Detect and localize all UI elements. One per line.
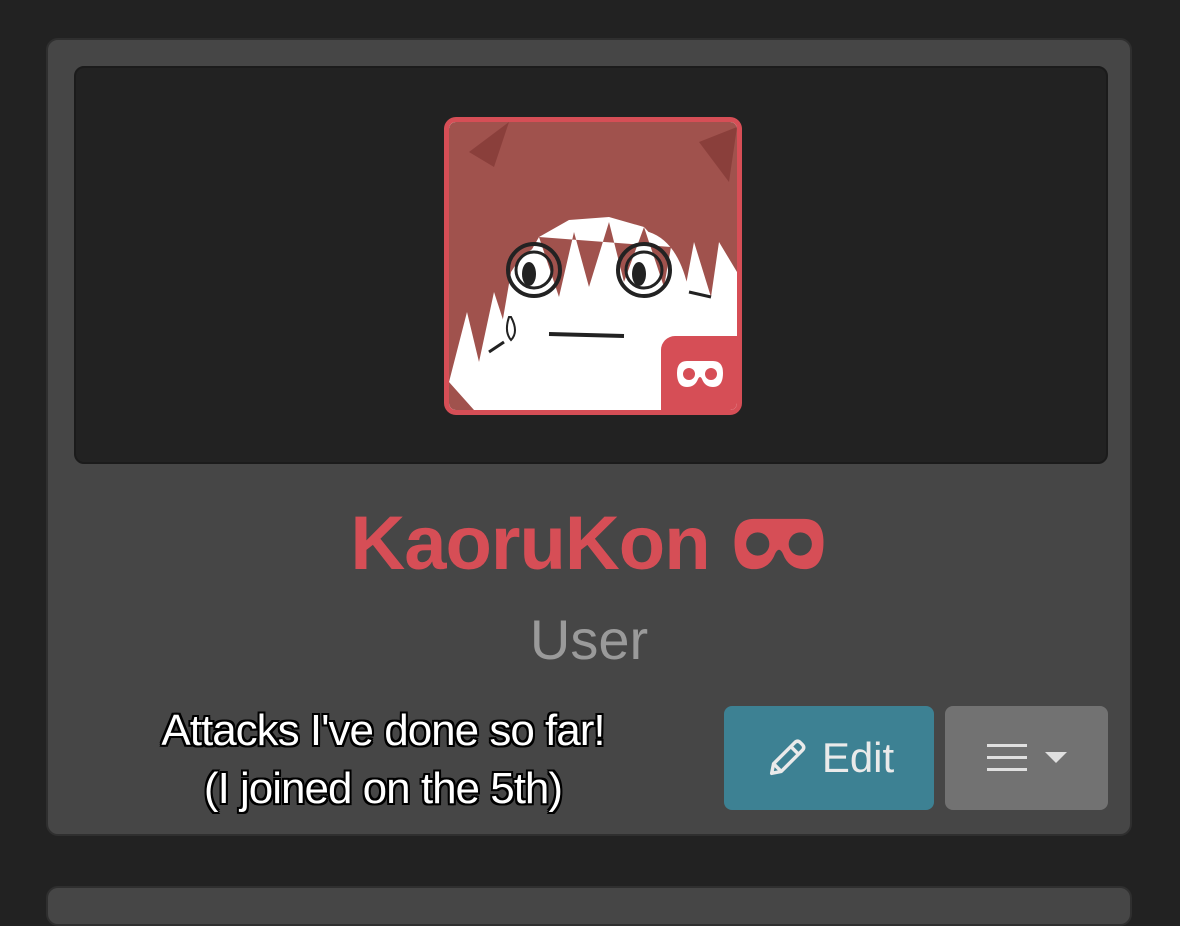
caret-down-icon (1044, 752, 1067, 763)
mask-icon (734, 518, 824, 570)
video-caption: Attacks I've done so far! (I joined on t… (108, 702, 658, 818)
avatar[interactable] (444, 117, 742, 415)
menu-dropdown-button[interactable] (945, 706, 1108, 810)
caption-line-1: Attacks I've done so far! (161, 706, 605, 755)
profile-card: KaoruKon User Attacks I've done so far! … (46, 38, 1132, 836)
hamburger-icon (986, 744, 1027, 771)
edit-button[interactable]: Edit (724, 706, 934, 810)
username[interactable]: KaoruKon (350, 502, 710, 586)
next-card (46, 886, 1132, 926)
edit-button-label: Edit (821, 734, 895, 781)
pencil-icon (769, 739, 806, 776)
username-row: KaoruKon (48, 502, 1130, 586)
profile-banner (74, 66, 1108, 464)
mask-badge (661, 336, 737, 410)
caption-line-2: (I joined on the 5th) (203, 764, 563, 813)
user-role: User (529, 608, 649, 671)
mask-icon (677, 361, 723, 387)
